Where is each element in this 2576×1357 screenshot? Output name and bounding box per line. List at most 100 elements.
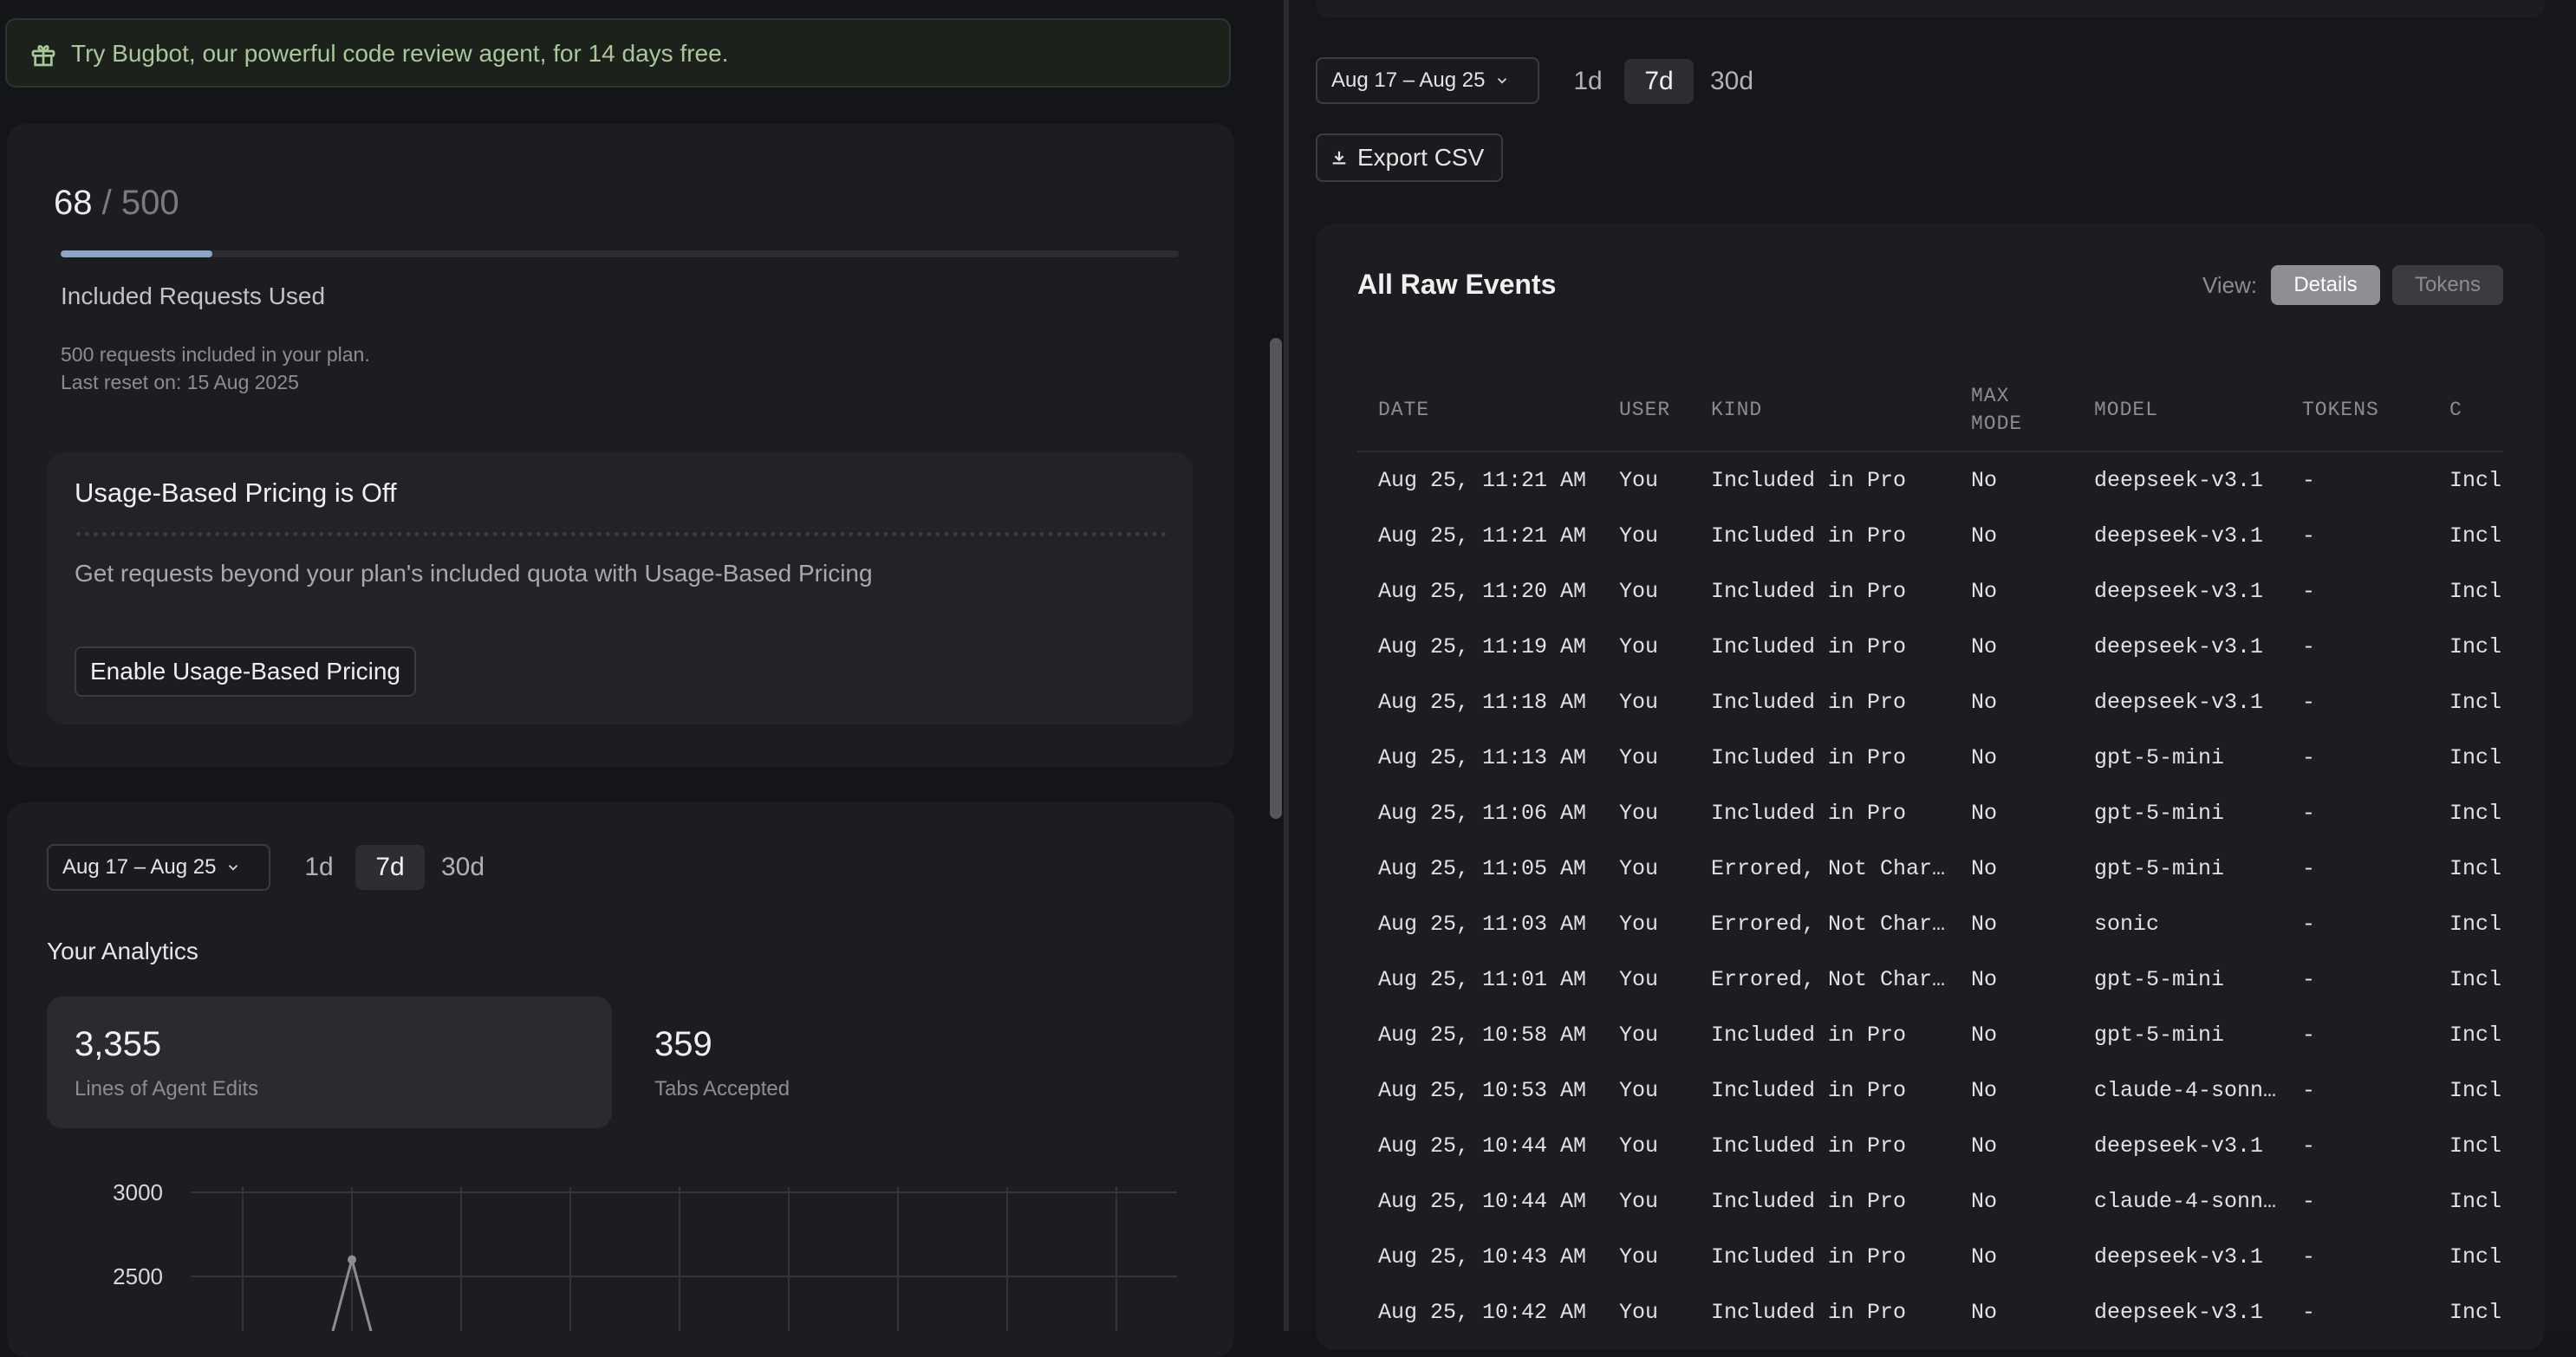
table-cell: No [1971, 1299, 1998, 1325]
table-cell: Errored, Not Charged [1711, 855, 1950, 881]
table-cell: - [2302, 911, 2316, 937]
table-row[interactable]: Aug 25, 11:13 AM You Included in Pro No gpt-… [1357, 730, 2503, 785]
requests-used: 68 [54, 184, 93, 222]
top-card-edge [1316, 0, 2545, 17]
table-row[interactable]: Aug 25, 10:43 AM You Included in Pro No deep… [1357, 1229, 2503, 1284]
table-cell: You [1619, 578, 1659, 604]
table-cell: - [2302, 633, 2316, 659]
table-row[interactable]: Aug 25, 10:42 AM You Included in Pro No deep… [1357, 1284, 2503, 1340]
table-cell: Included [2449, 1133, 2503, 1159]
table-cell: claude-4-sonnet [2094, 1188, 2281, 1214]
table-cell: Included in Pro [1711, 800, 1907, 826]
table-cell: Aug 25, 11:03 AM [1378, 911, 1587, 937]
column-header: DATE [1357, 369, 1598, 452]
events-range-1d[interactable]: 1d [1564, 59, 1612, 104]
table-cell: Included in Pro [1711, 523, 1907, 549]
table-cell: deepseek-v3.1 [2094, 689, 2264, 715]
table-cell: Included [2449, 633, 2503, 659]
table-row[interactable]: Aug 25, 11:05 AM You Errored, Not Charged N… [1357, 841, 2503, 896]
table-cell: You [1619, 911, 1659, 937]
events-date-range-picker[interactable]: Aug 17 – Aug 25 [1316, 57, 1539, 104]
table-cell: No [1971, 689, 1998, 715]
events-table-container[interactable]: DATE USER KIND MAX MODE MODEL TOKENS C Aug 25,… [1357, 369, 2503, 1350]
table-row[interactable]: Aug 25, 11:20 AM You Included in Pro No deep… [1357, 563, 2503, 619]
table-row[interactable]: Aug 25, 11:19 AM You Included in Pro No deep… [1357, 619, 2503, 674]
events-table: DATE USER KIND MAX MODE MODEL TOKENS C Aug 25,… [1357, 369, 2503, 1340]
chart-y-tick-label: 3000 [113, 1179, 163, 1205]
analytics-range-1d[interactable]: 1d [295, 845, 343, 890]
table-cell: - [2302, 467, 2316, 493]
table-cell: Aug 25, 11:05 AM [1378, 855, 1587, 881]
usage-progress-fill [61, 250, 213, 257]
table-cell: claude-4-sonnet [2094, 1077, 2281, 1103]
table-cell: - [2302, 523, 2316, 549]
analytics-date-range-picker[interactable]: Aug 17 – Aug 25 [47, 844, 270, 891]
table-cell: - [2302, 744, 2316, 770]
table-cell: No [1971, 966, 1998, 992]
table-cell: deepseek-v3.1 [2094, 523, 2264, 549]
table-row[interactable]: Aug 25, 10:44 AM You Included in Pro No deep… [1357, 1118, 2503, 1173]
table-cell: Included in Pro [1711, 1243, 1907, 1269]
table-cell: deepseek-v3.1 [2094, 578, 2264, 604]
table-cell: You [1619, 689, 1659, 715]
chart-y-tick-label: 2500 [113, 1263, 163, 1289]
table-row[interactable]: Aug 25, 10:58 AM You Included in Pro No gpt-… [1357, 1007, 2503, 1062]
enable-usage-based-pricing-button[interactable]: Enable Usage-Based Pricing [75, 646, 416, 697]
table-row[interactable]: Aug 25, 11:21 AM You Included in Pro No deep… [1357, 508, 2503, 563]
table-cell: - [2302, 1022, 2316, 1048]
table-row[interactable]: Aug 25, 11:01 AM You Errored, Not Charged N… [1357, 951, 2503, 1007]
export-csv-button[interactable]: Export CSV [1316, 133, 1503, 182]
bugbot-promo-banner[interactable]: Try Bugbot, our powerful code review age… [5, 18, 1231, 88]
table-cell: You [1619, 744, 1659, 770]
table-row[interactable]: Aug 25, 11:06 AM You Included in Pro No gpt-… [1357, 785, 2503, 841]
table-cell: deepseek-v3.1 [2094, 1133, 2264, 1159]
chevron-down-icon [1497, 78, 1506, 84]
table-cell: Aug 25, 11:01 AM [1378, 966, 1587, 992]
last-reset-info: Last reset on: 15 Aug 2025 [61, 371, 299, 393]
table-cell: Aug 25, 11:18 AM [1378, 689, 1587, 715]
table-cell: No [1971, 578, 1998, 604]
table-cell: gpt-5-mini [2094, 744, 2225, 770]
view-tokens-toggle[interactable]: Tokens [2392, 265, 2503, 305]
table-cell: Included in Pro [1711, 1133, 1907, 1159]
table-cell: - [2302, 855, 2316, 881]
requests-total: / 500 [101, 184, 179, 222]
left-scrollbar-thumb[interactable] [1270, 338, 1282, 819]
table-cell: Aug 25, 11:21 AM [1378, 467, 1587, 493]
table-cell: - [2302, 966, 2316, 992]
table-cell: Included [2449, 966, 2503, 992]
events-range-7d[interactable]: 7d [1624, 59, 1694, 104]
table-cell: Included [2449, 1188, 2503, 1214]
column-header: USER [1598, 369, 1690, 452]
events-range-30d[interactable]: 30d [1704, 59, 1760, 104]
table-cell: Included in Pro [1711, 1188, 1907, 1214]
table-cell: - [2302, 689, 2316, 715]
table-row[interactable]: Aug 25, 10:53 AM You Included in Pro No clau… [1357, 1062, 2503, 1118]
table-cell: No [1971, 523, 1998, 549]
analytics-line-chart: 3000 2500 [113, 1179, 1177, 1331]
table-row[interactable]: Aug 25, 11:18 AM You Included in Pro No deep… [1357, 674, 2503, 730]
table-cell: Included [2449, 744, 2503, 770]
analytics-range-30d[interactable]: 30d [435, 845, 491, 890]
table-cell: deepseek-v3.1 [2094, 633, 2264, 659]
analytics-date-range: Aug 17 – Aug 25 [62, 855, 217, 879]
table-cell: Aug 25, 11:21 AM [1378, 523, 1587, 549]
table-row[interactable]: Aug 25, 11:21 AM You Included in Pro No deep… [1357, 451, 2503, 508]
table-cell: - [2302, 578, 2316, 604]
table-cell: Aug 25, 10:58 AM [1378, 1022, 1587, 1048]
download-icon [1332, 151, 1346, 165]
table-row[interactable]: Aug 25, 11:03 AM You Errored, Not Charged N… [1357, 896, 2503, 951]
chart-data-point[interactable] [348, 1255, 356, 1264]
view-details-toggle[interactable]: Details [2271, 265, 2380, 305]
table-cell: Included in Pro [1711, 1299, 1907, 1325]
analytics-range-7d[interactable]: 7d [355, 845, 425, 890]
table-row[interactable]: Aug 25, 10:44 AM You Included in Pro No clau… [1357, 1173, 2503, 1229]
table-cell: Included [2449, 523, 2503, 549]
table-cell: - [2302, 1077, 2316, 1103]
table-cell: Aug 25, 10:44 AM [1378, 1133, 1587, 1159]
table-cell: - [2302, 800, 2316, 826]
table-cell: Included [2449, 911, 2503, 937]
gift-icon [31, 45, 55, 67]
table-cell: You [1619, 1243, 1659, 1269]
ubp-description: Get requests beyond your plan's included… [75, 560, 873, 587]
